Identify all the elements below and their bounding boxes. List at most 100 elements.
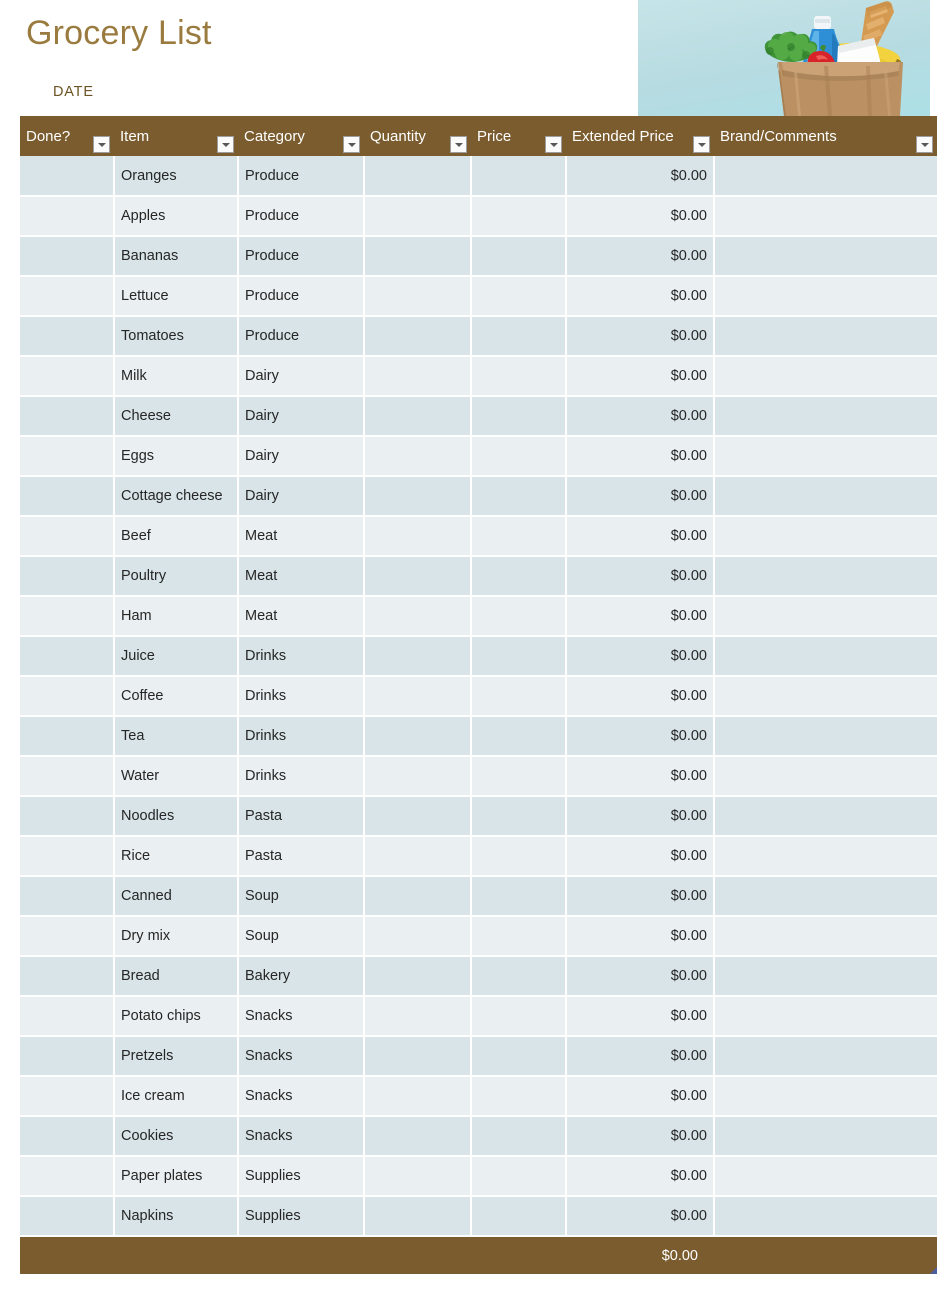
total-cell-brand[interactable] <box>714 1236 937 1274</box>
cell-price[interactable] <box>471 1156 567 1197</box>
cell-done[interactable] <box>20 596 115 637</box>
cell-category[interactable]: Supplies <box>238 1196 365 1237</box>
cell-category[interactable]: Snacks <box>238 1116 365 1157</box>
cell-done[interactable] <box>20 436 115 477</box>
cell-category[interactable]: Drinks <box>238 676 365 717</box>
cell-category[interactable]: Soup <box>238 876 365 917</box>
cell-quantity[interactable] <box>364 716 472 757</box>
cell-category[interactable]: Pasta <box>238 836 365 877</box>
cell-item[interactable]: Eggs <box>114 436 239 477</box>
cell-category[interactable]: Dairy <box>238 396 365 437</box>
cell-quantity[interactable] <box>364 516 472 557</box>
cell-quantity[interactable] <box>364 596 472 637</box>
filter-dropdown-extended-price[interactable] <box>693 136 710 153</box>
cell-quantity[interactable] <box>364 916 472 957</box>
cell-quantity[interactable] <box>364 956 472 997</box>
cell-done[interactable] <box>20 996 115 1037</box>
cell-category[interactable]: Produce <box>238 236 365 277</box>
cell-item[interactable]: Apples <box>114 196 239 237</box>
cell-quantity[interactable] <box>364 156 472 197</box>
cell-quantity[interactable] <box>364 1196 472 1237</box>
cell-item[interactable]: Noodles <box>114 796 239 837</box>
cell-done[interactable] <box>20 916 115 957</box>
cell-quantity[interactable] <box>364 676 472 717</box>
filter-dropdown-quantity[interactable] <box>450 136 467 153</box>
cell-category[interactable]: Produce <box>238 196 365 237</box>
cell-item[interactable]: Ham <box>114 596 239 637</box>
cell-done[interactable] <box>20 636 115 677</box>
cell-brand[interactable] <box>714 156 937 197</box>
cell-done[interactable] <box>20 836 115 877</box>
cell-quantity[interactable] <box>364 196 472 237</box>
cell-brand[interactable] <box>714 1036 937 1077</box>
cell-done[interactable] <box>20 236 115 277</box>
cell-brand[interactable] <box>714 876 937 917</box>
cell-quantity[interactable] <box>364 636 472 677</box>
cell-quantity[interactable] <box>364 396 472 437</box>
cell-brand[interactable] <box>714 1156 937 1197</box>
cell-category[interactable]: Pasta <box>238 796 365 837</box>
cell-price[interactable] <box>471 276 567 317</box>
cell-done[interactable] <box>20 556 115 597</box>
cell-item[interactable]: Pretzels <box>114 1036 239 1077</box>
table-resize-handle[interactable] <box>930 1267 937 1274</box>
cell-category[interactable]: Meat <box>238 516 365 557</box>
cell-price[interactable] <box>471 1036 567 1077</box>
cell-done[interactable] <box>20 756 115 797</box>
filter-dropdown-price[interactable] <box>545 136 562 153</box>
cell-price[interactable] <box>471 236 567 277</box>
cell-brand[interactable] <box>714 796 937 837</box>
cell-quantity[interactable] <box>364 1076 472 1117</box>
cell-quantity[interactable] <box>364 556 472 597</box>
cell-brand[interactable] <box>714 596 937 637</box>
cell-item[interactable]: Coffee <box>114 676 239 717</box>
cell-brand[interactable] <box>714 316 937 357</box>
cell-quantity[interactable] <box>364 836 472 877</box>
cell-brand[interactable] <box>714 236 937 277</box>
cell-done[interactable] <box>20 796 115 837</box>
total-cell-price[interactable] <box>471 1236 566 1274</box>
cell-item[interactable]: Cheese <box>114 396 239 437</box>
cell-item[interactable]: Ice cream <box>114 1076 239 1117</box>
cell-category[interactable]: Supplies <box>238 1156 365 1197</box>
total-cell-quantity[interactable] <box>364 1236 471 1274</box>
cell-price[interactable] <box>471 1116 567 1157</box>
cell-item[interactable]: Poultry <box>114 556 239 597</box>
cell-brand[interactable] <box>714 436 937 477</box>
cell-price[interactable] <box>471 196 567 237</box>
cell-item[interactable]: Water <box>114 756 239 797</box>
cell-item[interactable]: Dry mix <box>114 916 239 957</box>
cell-quantity[interactable] <box>364 1116 472 1157</box>
cell-done[interactable] <box>20 1196 115 1237</box>
cell-price[interactable] <box>471 476 567 517</box>
cell-brand[interactable] <box>714 276 937 317</box>
cell-item[interactable]: Rice <box>114 836 239 877</box>
cell-price[interactable] <box>471 836 567 877</box>
cell-price[interactable] <box>471 1076 567 1117</box>
cell-brand[interactable] <box>714 716 937 757</box>
cell-item[interactable]: Juice <box>114 636 239 677</box>
total-cell-done[interactable] <box>20 1236 114 1274</box>
cell-done[interactable] <box>20 276 115 317</box>
cell-price[interactable] <box>471 1196 567 1237</box>
cell-item[interactable]: Beef <box>114 516 239 557</box>
cell-done[interactable] <box>20 1076 115 1117</box>
cell-price[interactable] <box>471 516 567 557</box>
cell-brand[interactable] <box>714 956 937 997</box>
cell-done[interactable] <box>20 396 115 437</box>
cell-price[interactable] <box>471 996 567 1037</box>
cell-price[interactable] <box>471 916 567 957</box>
cell-quantity[interactable] <box>364 1156 472 1197</box>
cell-item[interactable]: Cookies <box>114 1116 239 1157</box>
cell-brand[interactable] <box>714 916 937 957</box>
cell-brand[interactable] <box>714 1116 937 1157</box>
cell-brand[interactable] <box>714 516 937 557</box>
cell-item[interactable]: Tomatoes <box>114 316 239 357</box>
cell-price[interactable] <box>471 396 567 437</box>
cell-item[interactable]: Cottage cheese <box>114 476 239 517</box>
cell-category[interactable]: Dairy <box>238 436 365 477</box>
cell-price[interactable] <box>471 956 567 997</box>
cell-quantity[interactable] <box>364 476 472 517</box>
cell-brand[interactable] <box>714 676 937 717</box>
cell-item[interactable]: Oranges <box>114 156 239 197</box>
